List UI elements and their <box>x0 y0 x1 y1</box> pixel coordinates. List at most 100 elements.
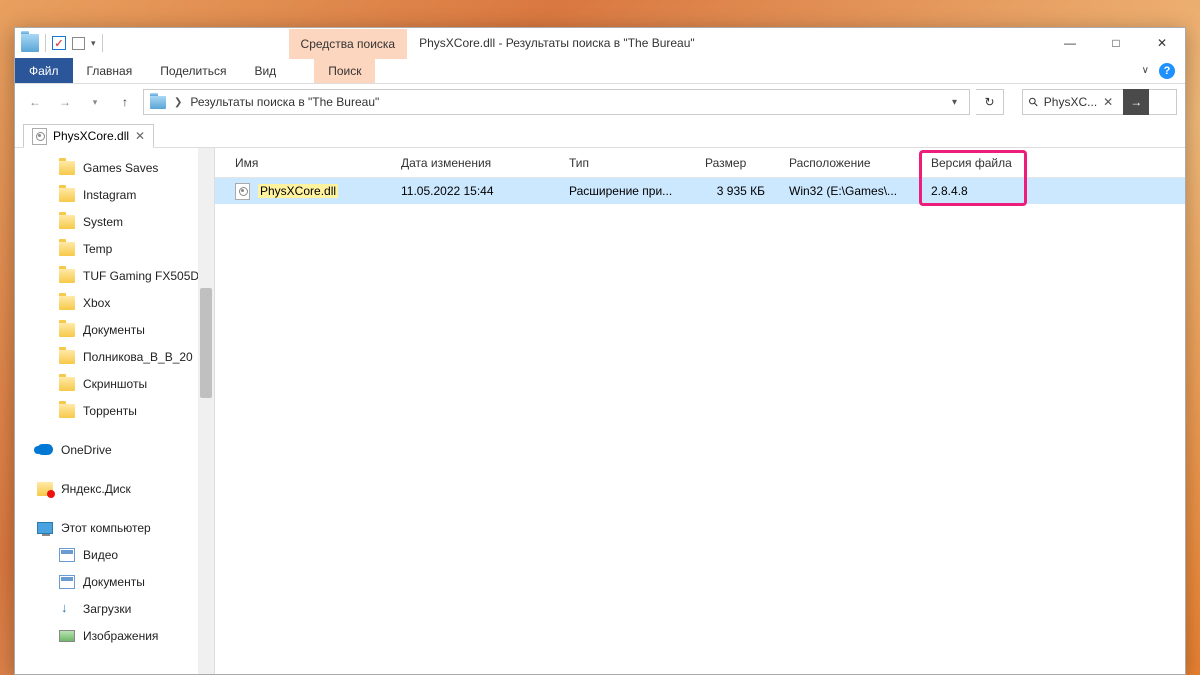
ribbon-collapse-icon[interactable]: ∨ <box>1142 65 1149 76</box>
tab-label: PhysXCore.dll <box>53 129 129 143</box>
quick-access-toolbar: ✓ ▾ <box>15 28 109 58</box>
nav-item-label: Games Saves <box>83 161 158 175</box>
nav-scrollbar-thumb[interactable] <box>200 288 212 398</box>
col-location[interactable]: Расположение <box>783 156 925 170</box>
help-icon[interactable]: ? <box>1159 63 1175 79</box>
search-icon: ⚲ <box>1025 94 1041 110</box>
search-go-button[interactable]: → <box>1123 89 1149 115</box>
refresh-button[interactable]: ↻ <box>976 89 1004 115</box>
tab-file[interactable]: Файл <box>15 58 73 83</box>
col-version-label: Версия файла <box>931 156 1012 170</box>
nav-item[interactable]: Games Saves <box>15 154 214 181</box>
nav-item[interactable]: Видео <box>15 541 214 568</box>
nav-item-label: Торренты <box>83 404 137 418</box>
close-button[interactable]: ✕ <box>1139 28 1185 58</box>
ribbon-tabs: Файл Главная Поделиться Вид Поиск ∨ ? <box>15 58 1185 84</box>
nav-item[interactable]: Торренты <box>15 397 214 424</box>
separator <box>102 34 103 52</box>
cell-type: Расширение при... <box>563 184 699 198</box>
library-icon <box>59 548 75 562</box>
nav-item-label: Видео <box>83 548 118 562</box>
nav-item-label: Temp <box>83 242 112 256</box>
folder-icon <box>59 188 75 202</box>
nav-item[interactable]: Этот компьютер <box>15 514 214 541</box>
nav-item[interactable]: Xbox <box>15 289 214 316</box>
nav-item[interactable]: System <box>15 208 214 235</box>
folder-icon <box>59 242 75 256</box>
col-version[interactable]: Версия файла <box>925 156 1025 170</box>
qat-newfolder-icon[interactable] <box>72 37 85 50</box>
tab-physxcore[interactable]: PhysXCore.dll ✕ <box>23 124 154 148</box>
minimize-button[interactable]: — <box>1047 28 1093 58</box>
nav-item[interactable]: TUF Gaming FX505DD_FX505DD <box>15 262 214 289</box>
clear-search-icon[interactable]: ✕ <box>1103 95 1113 109</box>
folder-icon <box>59 215 75 229</box>
file-name: PhysXCore.dll <box>258 184 338 198</box>
up-button[interactable]: ↑ <box>113 90 137 114</box>
nav-item[interactable]: Temp <box>15 235 214 262</box>
cell-location: Win32 (E:\Games\... <box>783 184 925 198</box>
file-list: Имя Дата изменения Тип Размер Расположен… <box>215 148 1185 674</box>
yandex-disk-icon <box>37 482 53 496</box>
nav-item[interactable]: Скриншоты <box>15 370 214 397</box>
col-size[interactable]: Размер <box>699 156 783 170</box>
col-date[interactable]: Дата изменения <box>395 156 563 170</box>
search-tools-contextual-tab: Средства поиска <box>289 29 408 59</box>
folder-icon <box>59 323 75 337</box>
nav-item[interactable]: Изображения <box>15 622 214 649</box>
window-title: PhysXCore.dll - Результаты поиска в "The… <box>407 36 695 50</box>
nav-item-label: TUF Gaming FX505DD_FX505DD <box>83 269 214 283</box>
images-icon <box>59 630 75 642</box>
nav-item-label: Скриншоты <box>83 377 147 391</box>
col-name[interactable]: Имя <box>229 156 395 170</box>
nav-item[interactable]: Загрузки <box>15 595 214 622</box>
nav-item[interactable]: Instagram <box>15 181 214 208</box>
search-text: PhysXC... <box>1044 95 1097 109</box>
col-type[interactable]: Тип <box>563 156 699 170</box>
address-bar[interactable]: ❯ Результаты поиска в "The Bureau" ▾ <box>143 89 970 115</box>
file-row[interactable]: PhysXCore.dll 11.05.2022 15:44 Расширени… <box>215 178 1185 204</box>
search-box[interactable]: ⚲ PhysXC... ✕ → <box>1022 89 1177 115</box>
nav-item-label: Xbox <box>83 296 110 310</box>
back-button[interactable]: ← <box>23 90 47 114</box>
tab-home[interactable]: Главная <box>73 58 147 83</box>
nav-item[interactable]: OneDrive <box>15 436 214 463</box>
folder-icon <box>59 161 75 175</box>
cell-version: 2.8.4.8 <box>925 184 1025 198</box>
nav-item[interactable]: Документы <box>15 568 214 595</box>
library-icon <box>59 575 75 589</box>
folder-icon <box>59 404 75 418</box>
qat-customize-icon[interactable]: ▾ <box>91 38 96 49</box>
folder-icon <box>59 269 75 283</box>
nav-item-label: Изображения <box>83 629 158 643</box>
nav-item[interactable]: Полникова_В_В_20 <box>15 343 214 370</box>
nav-scrollbar[interactable] <box>198 148 214 674</box>
folder-icon <box>59 377 75 391</box>
breadcrumb[interactable]: Результаты поиска в "The Bureau" <box>190 95 379 109</box>
tab-search[interactable]: Поиск <box>314 58 375 83</box>
location-icon <box>150 96 166 109</box>
maximize-button[interactable]: □ <box>1093 28 1139 58</box>
downloads-icon <box>59 602 75 616</box>
nav-item-label: Яндекс.Диск <box>61 482 131 496</box>
dll-icon <box>235 183 250 200</box>
nav-item-label: OneDrive <box>61 443 112 457</box>
app-icon <box>21 34 39 52</box>
forward-button[interactable]: → <box>53 90 77 114</box>
nav-item-label: Документы <box>83 323 145 337</box>
cell-date: 11.05.2022 15:44 <box>395 184 563 198</box>
recent-locations-icon[interactable]: ▾ <box>83 90 107 114</box>
folder-icon <box>59 350 75 364</box>
nav-item[interactable]: Яндекс.Диск <box>15 475 214 502</box>
qat-properties-icon[interactable]: ✓ <box>52 36 66 50</box>
tab-share[interactable]: Поделиться <box>146 58 240 83</box>
pc-icon <box>37 522 53 534</box>
tab-view[interactable]: Вид <box>240 58 290 83</box>
tab-close-icon[interactable]: ✕ <box>135 129 145 143</box>
address-dropdown-icon[interactable]: ▾ <box>946 97 963 108</box>
nav-item-label: System <box>83 215 123 229</box>
nav-item[interactable]: Документы <box>15 316 214 343</box>
column-headers: Имя Дата изменения Тип Размер Расположен… <box>215 148 1185 178</box>
navigation-pane: Games Saves Instagram System Temp TUF Gaming… <box>15 148 215 674</box>
chevron-right-icon[interactable]: ❯ <box>174 97 182 108</box>
